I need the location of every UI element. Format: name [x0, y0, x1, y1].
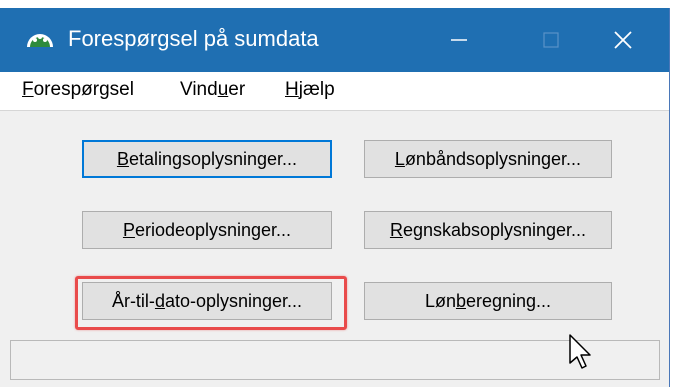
lonbaandsoplysninger-button[interactable]: Lønbåndsoplysninger...: [364, 140, 612, 178]
close-icon: [614, 31, 632, 49]
regnskabsoplysninger-button[interactable]: Regnskabsoplysninger...: [364, 211, 612, 249]
highlight-box: [75, 276, 347, 330]
menu-foresporgsel[interactable]: Forespørgsel: [22, 78, 134, 102]
app-icon: [25, 28, 55, 50]
dialog-window: Forespørgsel på sumdata Forespørgsel Vin…: [0, 8, 670, 387]
menu-hjaelp[interactable]: Hjælp: [285, 78, 335, 102]
menu-bar: Forespørgsel Vinduer Hjælp: [0, 72, 669, 111]
menu-vinduer[interactable]: Vinduer: [180, 78, 245, 102]
background-strip: [0, 0, 675, 8]
minimize-button[interactable]: [413, 8, 505, 72]
close-button[interactable]: [577, 8, 669, 72]
mouse-cursor-icon: [569, 334, 591, 369]
minimize-icon: [451, 39, 467, 41]
maximize-icon: [543, 32, 559, 48]
window-title: Forespørgsel på sumdata: [68, 26, 319, 51]
lonberegning-button[interactable]: Løn b eregning...: [364, 282, 612, 320]
status-bar: [10, 340, 660, 380]
betalingsoplysninger-button[interactable]: Betalingsoplysninger...: [82, 140, 332, 178]
periodeoplysninger-button[interactable]: Periodeoplysninger...: [82, 211, 332, 249]
title-bar[interactable]: Forespørgsel på sumdata: [0, 8, 669, 72]
